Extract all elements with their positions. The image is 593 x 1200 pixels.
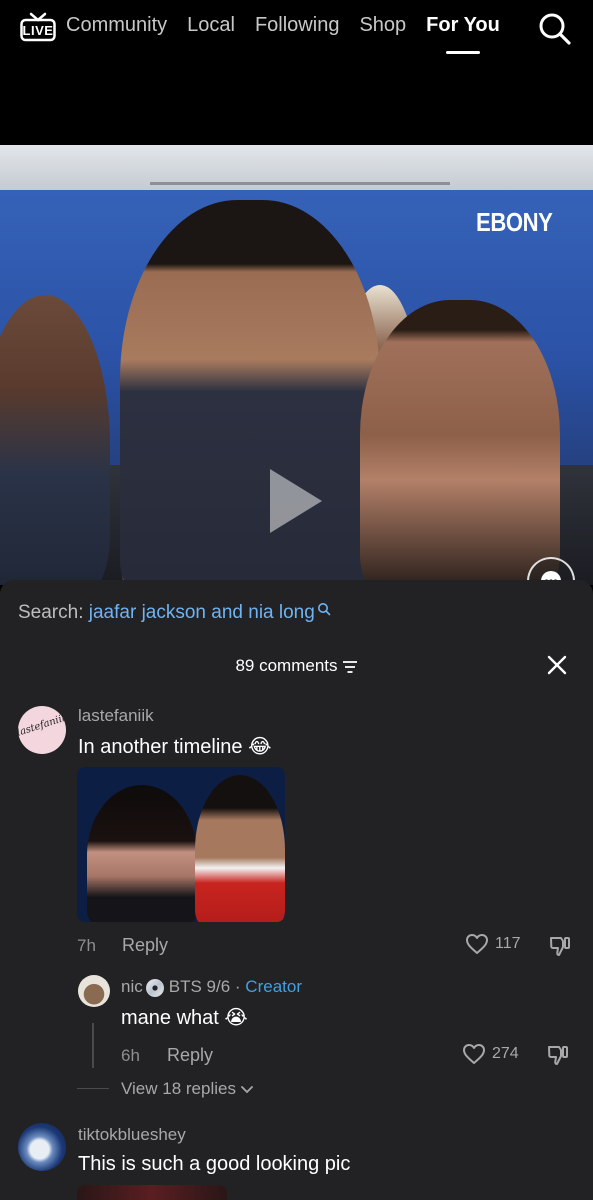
dislike-icon[interactable] (546, 1044, 570, 1066)
sort-icon[interactable] (342, 660, 358, 674)
search-button[interactable] (538, 12, 572, 46)
reply-button[interactable]: Reply (167, 1045, 213, 1066)
feed-tabs: Community Local Following Shop For You (66, 14, 520, 37)
like-button[interactable]: 274 (462, 1043, 519, 1065)
heart-icon (463, 1044, 485, 1064)
reply-username-suffix: BTS 9/6 (168, 977, 231, 996)
search-icon (539, 13, 571, 45)
tab-local[interactable]: Local (187, 14, 235, 37)
view-replies-divider (77, 1088, 109, 1089)
live-button[interactable]: LIVE (20, 12, 56, 42)
like-count: 274 (492, 1045, 519, 1062)
comment-username[interactable]: lastefaniik (78, 706, 154, 726)
avatar-logo-text: lastefaniik (18, 711, 66, 739)
comment-count: 89 comments (235, 656, 338, 675)
tab-following[interactable]: Following (255, 14, 339, 37)
commenter-avatar[interactable]: lastefaniik (18, 706, 66, 754)
photo-person (87, 785, 197, 922)
comment-timestamp: 7h (77, 936, 96, 955)
view-replies-button[interactable]: View 18 replies (121, 1079, 253, 1099)
close-button[interactable] (546, 654, 568, 676)
comments-sheet: Search: jaafar jackson and nia long 89 c… (0, 580, 593, 1200)
comment-text: In another timeline 😂 (78, 736, 272, 758)
comment-text: This is such a good looking pic (78, 1153, 351, 1175)
foreground-person-man (120, 200, 380, 585)
search-query-link[interactable]: jaafar jackson and nia long (89, 602, 315, 623)
tab-community[interactable]: Community (66, 14, 167, 37)
search-prefix: Search: (18, 602, 89, 623)
chevron-down-icon (240, 1085, 253, 1093)
dislike-icon[interactable] (548, 935, 572, 957)
search-suggestion[interactable]: Search: jaafar jackson and nia long (18, 602, 331, 624)
tab-shop[interactable]: Shop (359, 14, 406, 37)
reply-timestamp: 6h (121, 1046, 140, 1065)
backdrop-logo-text: EBONY (476, 207, 553, 237)
view-replies-label: View 18 replies (121, 1079, 236, 1098)
close-icon (547, 655, 567, 675)
like-button[interactable]: 117 (465, 933, 521, 955)
top-navigation: LIVE Community Local Following Shop For … (0, 0, 593, 145)
photo-person (195, 775, 285, 922)
reply-button[interactable]: Reply (122, 935, 168, 956)
tab-for-you[interactable]: For You (426, 14, 500, 37)
commenter-avatar[interactable] (18, 1123, 66, 1171)
comment-count-header: 89 comments (0, 656, 593, 676)
heart-icon (466, 934, 488, 954)
play-icon[interactable] (266, 465, 326, 537)
video-player[interactable]: EBONY + (0, 145, 593, 585)
like-count: 117 (495, 935, 521, 952)
comment-username[interactable]: tiktokblueshey (78, 1125, 186, 1145)
venue-railing (150, 145, 450, 185)
search-small-icon (317, 603, 331, 616)
live-label: LIVE (22, 23, 54, 38)
reply-username[interactable]: nic BTS 9/6 · Creator (121, 977, 302, 998)
cd-icon (145, 978, 164, 997)
thread-connector-line (92, 1023, 94, 1068)
reply-username-text: nic (121, 977, 143, 996)
reply-avatar[interactable] (78, 975, 110, 1007)
separator-dot: · (234, 977, 241, 996)
reply-text: mane what 😭 (121, 1007, 248, 1029)
creator-badge: Creator (245, 977, 302, 996)
comment-attached-photo[interactable] (77, 767, 285, 922)
foreground-person-woman (360, 300, 560, 585)
comment-attached-photo[interactable] (77, 1185, 227, 1200)
